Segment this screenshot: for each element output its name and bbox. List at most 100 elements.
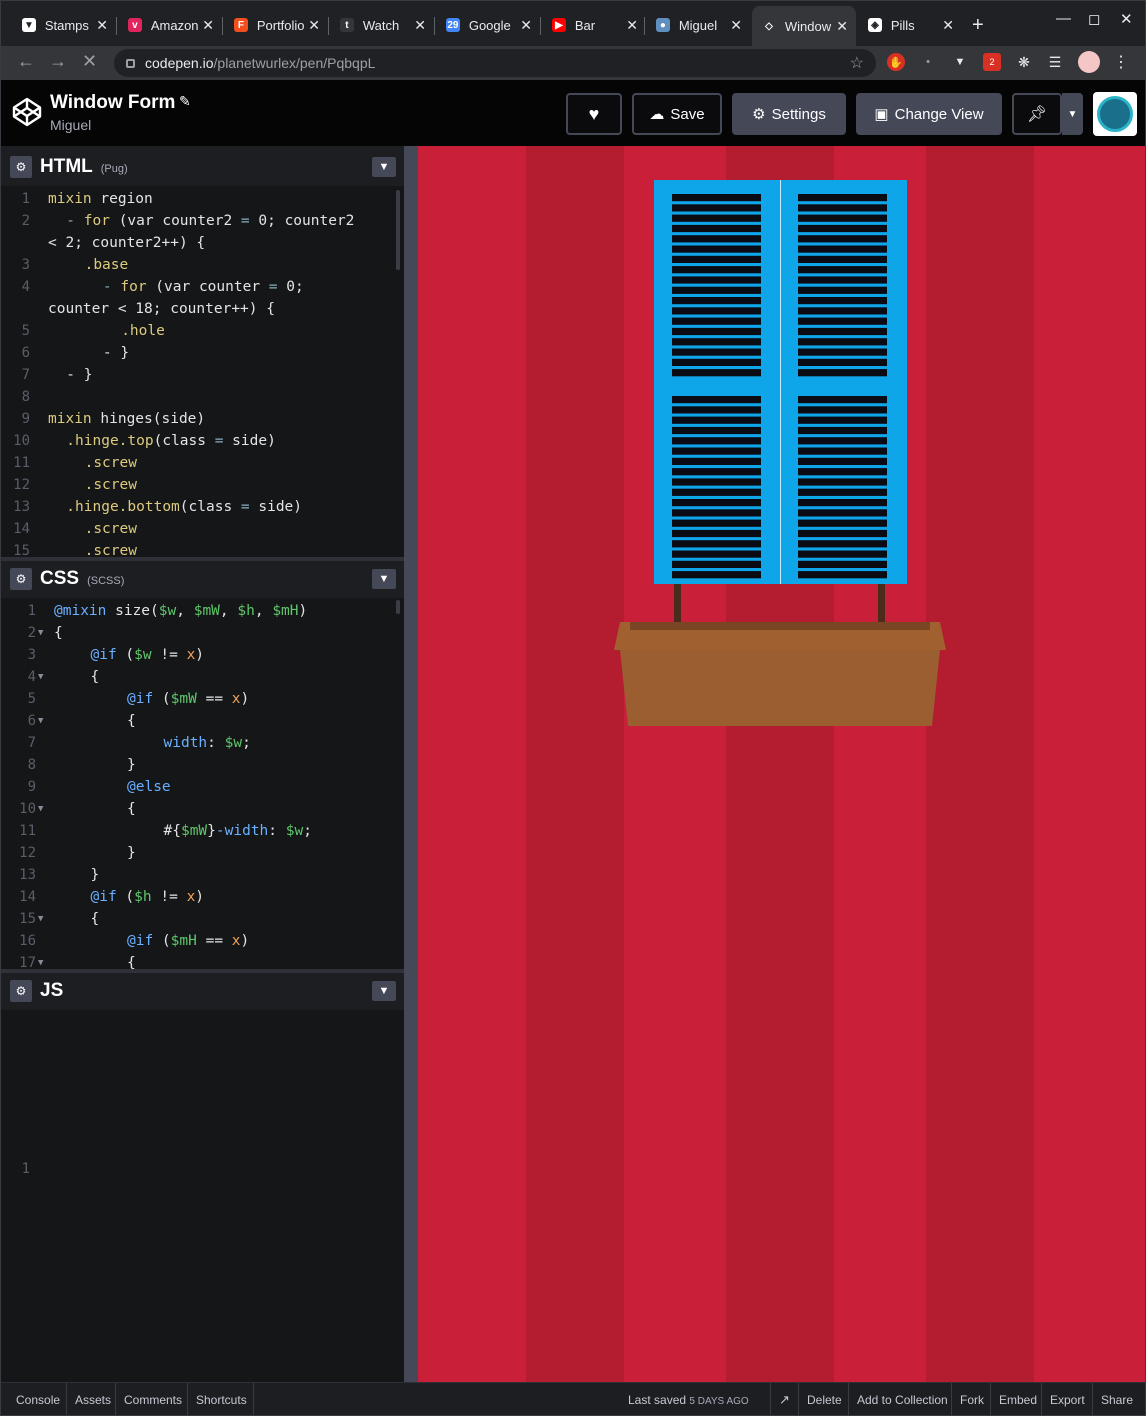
assets-button[interactable]: Assets: [66, 1383, 119, 1416]
browser-tab[interactable]: ▶ Bar ✕: [542, 8, 646, 42]
js-settings-gear-icon[interactable]: ⚙: [10, 980, 32, 1002]
url-input[interactable]: codepen.io/planetwurlex/pen/PqbqpL ☆: [114, 49, 876, 77]
stop-loading-icon[interactable]: ✕: [82, 51, 97, 72]
minimize-icon[interactable]: —: [1056, 10, 1071, 27]
tab-close-icon[interactable]: ✕: [308, 17, 320, 34]
adblock-extension-icon[interactable]: ✋: [887, 53, 905, 71]
line-number: 16: [19, 933, 36, 949]
css-scrollbar[interactable]: [396, 600, 400, 614]
pen-title[interactable]: Window Form: [50, 92, 175, 114]
tab-close-icon[interactable]: ✕: [626, 17, 638, 34]
pin-dropdown-button[interactable]: ▼: [1062, 93, 1083, 135]
browser-tab[interactable]: ● Miguel ✕: [646, 8, 750, 42]
shutter-slat: [798, 519, 887, 527]
fork-button[interactable]: Fork: [951, 1383, 992, 1416]
save-button[interactable]: ☁ Save: [632, 93, 722, 135]
export-button[interactable]: Export: [1041, 1383, 1093, 1416]
fold-chevron-icon[interactable]: ▼: [38, 666, 43, 688]
new-tab-button[interactable]: +: [972, 14, 984, 37]
shutter-slat: [672, 457, 761, 465]
tab-close-icon[interactable]: ✕: [520, 17, 532, 34]
browser-tab[interactable]: ◇ Window ✕: [752, 6, 856, 46]
embed-button[interactable]: Embed: [990, 1383, 1045, 1416]
change-view-button[interactable]: ▣ Change View: [856, 93, 1002, 135]
tab-title: Stamps: [44, 17, 89, 33]
html-scrollbar[interactable]: [396, 190, 400, 270]
shutter-slat: [798, 509, 887, 517]
settings-button[interactable]: ⚙ Settings: [732, 93, 846, 135]
tab-close-icon[interactable]: ✕: [96, 17, 108, 34]
browser-tab[interactable]: F Portfolio ✕: [224, 8, 328, 42]
maximize-icon[interactable]: ◻: [1088, 10, 1100, 28]
fold-chevron-icon[interactable]: ▼: [38, 710, 43, 732]
css-pane-chevron-down-icon[interactable]: ▼: [372, 569, 396, 589]
footer-separator: [253, 1383, 254, 1416]
delete-button[interactable]: Delete: [798, 1383, 850, 1416]
browser-tab[interactable]: v Amazon ✕: [118, 8, 222, 42]
fold-chevron-icon[interactable]: ▼: [38, 798, 43, 820]
tab-close-icon[interactable]: ✕: [414, 17, 426, 34]
js-code-editor[interactable]: 1: [0, 1010, 404, 1382]
html-settings-gear-icon[interactable]: ⚙: [10, 156, 32, 178]
browser-tab[interactable]: ◈ Pills ✕: [858, 8, 962, 42]
js-pane-title: JS: [40, 980, 64, 1001]
pin-button[interactable]: 📌︎: [1012, 93, 1062, 135]
close-window-icon[interactable]: ✕: [1120, 10, 1133, 28]
url-host: codepen.io: [145, 55, 214, 71]
comments-button[interactable]: Comments: [115, 1383, 190, 1416]
shutter-slat: [672, 266, 761, 274]
shutter-slat: [798, 468, 887, 476]
pen-author[interactable]: Miguel: [50, 117, 91, 133]
fold-chevron-icon[interactable]: ▼: [38, 622, 43, 644]
code-line: 15 .screw: [0, 540, 396, 557]
forward-icon[interactable]: →: [49, 51, 67, 72]
shutter-slat: [672, 255, 761, 263]
media-control-icon[interactable]: ☰: [1046, 53, 1064, 71]
css-settings-gear-icon[interactable]: ⚙: [10, 568, 32, 590]
lock-icon: [126, 58, 135, 68]
extensions-puzzle-icon[interactable]: ❋: [1015, 53, 1033, 71]
tab-title: Pills: [890, 17, 915, 33]
result-preview[interactable]: [418, 146, 1146, 1382]
code-line: 8: [0, 386, 396, 408]
user-avatar[interactable]: [1093, 92, 1137, 136]
codepen-logo-icon[interactable]: [12, 97, 42, 127]
layout-icon: ▣: [874, 106, 889, 123]
html-code-editor[interactable]: 1 mixin region 2 - for (var counter2 = 0; c…: [0, 186, 404, 557]
extension-icon[interactable]: •: [919, 53, 937, 71]
line-number: 11: [13, 455, 30, 471]
css-code-editor[interactable]: 1 @mixin size($w, $mW, $h, $mH) 2 ▼{3 @if ($…: [0, 598, 404, 969]
tab-close-icon[interactable]: ✕: [202, 17, 214, 34]
back-icon[interactable]: ←: [17, 51, 35, 72]
open-external-icon[interactable]: ↗: [770, 1383, 798, 1416]
share-button[interactable]: Share: [1092, 1383, 1141, 1416]
editor-preview-resizer[interactable]: [404, 146, 418, 1382]
shutter-slat: [672, 358, 761, 366]
calendar-extension-icon[interactable]: 2: [983, 53, 1001, 71]
browser-tab[interactable]: ▼ Stamps ✕: [12, 8, 116, 42]
browser-menu-icon[interactable]: ⋮: [1112, 53, 1130, 71]
code-text: .base: [84, 257, 129, 273]
profile-avatar[interactable]: [1078, 51, 1100, 73]
line-number: 5: [27, 691, 36, 707]
browser-tab[interactable]: 29 Google ✕: [436, 8, 540, 42]
vue-devtools-icon[interactable]: ▼: [951, 53, 969, 71]
fold-chevron-icon[interactable]: ▼: [38, 952, 43, 969]
code-line: < 2; counter2++) {: [0, 232, 396, 254]
js-pane-chevron-down-icon[interactable]: ▼: [372, 981, 396, 1001]
tab-close-icon[interactable]: ✕: [730, 17, 742, 34]
shortcuts-button[interactable]: Shortcuts: [187, 1383, 255, 1416]
tab-close-icon[interactable]: ✕: [836, 18, 848, 35]
browser-tab[interactable]: t Watch ✕: [330, 8, 434, 42]
love-button[interactable]: ♥: [566, 93, 622, 135]
edit-title-pencil-icon[interactable]: ✎: [179, 93, 191, 110]
add-to-collection-button[interactable]: Add to Collection: [848, 1383, 956, 1416]
shutter-slat: [798, 297, 887, 305]
tab-close-icon[interactable]: ✕: [942, 17, 954, 34]
bookmark-star-icon[interactable]: ☆: [850, 53, 864, 73]
fold-chevron-icon[interactable]: ▼: [38, 908, 43, 930]
code-text: - }: [102, 345, 130, 361]
line-number: 7: [21, 367, 30, 383]
console-button[interactable]: Console: [8, 1383, 68, 1416]
html-pane-chevron-down-icon[interactable]: ▼: [372, 157, 396, 177]
